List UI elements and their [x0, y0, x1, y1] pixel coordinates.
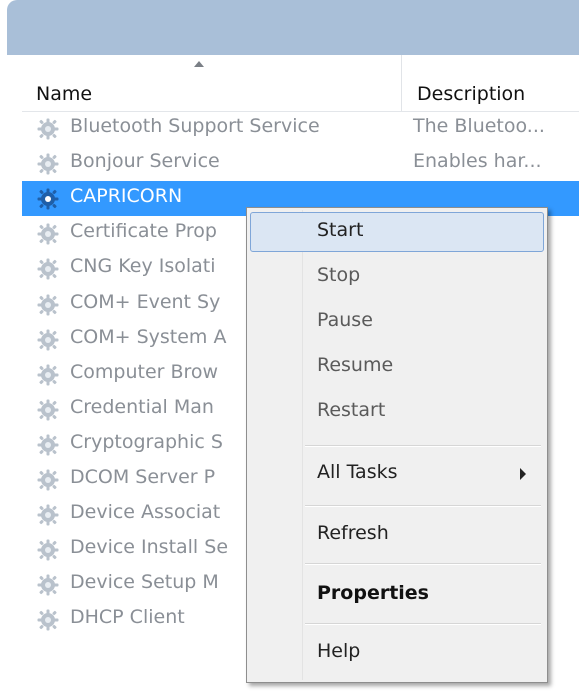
menu-item-all-tasks[interactable]: All Tasks [250, 454, 544, 494]
column-header-description-label: Description [417, 83, 526, 105]
service-description: Enables har... [413, 150, 542, 173]
menu-item-properties[interactable]: Properties [250, 575, 544, 615]
gear-icon [36, 222, 60, 246]
menu-item-pause-label: Pause [317, 309, 373, 331]
gear-icon [36, 117, 60, 141]
column-header-description[interactable]: Description [409, 55, 579, 111]
service-name: Cryptographic S [70, 430, 223, 453]
menu-item-start-label: Start [317, 219, 364, 241]
gear-icon [36, 503, 60, 527]
service-name: COM+ System A [70, 325, 227, 348]
menu-separator-highlight [305, 446, 541, 447]
menu-item-stop-label: Stop [317, 264, 361, 286]
service-name: COM+ Event Sy [70, 290, 221, 313]
menu-separator-highlight [305, 564, 541, 565]
menu-item-pause[interactable]: Pause [250, 302, 544, 342]
sort-ascending-icon [194, 61, 204, 67]
window-top-area [0, 0, 579, 55]
gear-icon [36, 608, 60, 632]
service-name: DCOM Server P [70, 466, 216, 488]
gear-icon [36, 293, 60, 317]
context-menu: Start Stop Pause Resume Restart All Task… [246, 207, 548, 683]
service-name: CNG Key Isolati [70, 255, 216, 278]
gear-icon [36, 328, 60, 352]
gear-icon [36, 468, 60, 492]
menu-item-restart-label: Restart [317, 399, 386, 421]
menu-separator-highlight [305, 506, 541, 507]
service-name: Device Setup M [70, 571, 219, 594]
service-name: DHCP Client [70, 606, 185, 629]
menu-item-help-label: Help [317, 640, 361, 662]
gear-icon [36, 433, 60, 457]
service-name: Bluetooth Support Service [70, 115, 320, 137]
menu-item-all-tasks-label: All Tasks [317, 461, 398, 483]
gear-icon [36, 363, 60, 387]
service-name: Bonjour Service [70, 150, 220, 173]
gear-icon [36, 257, 60, 281]
service-name: Credential Man [70, 395, 214, 418]
menu-item-properties-label: Properties [317, 582, 429, 604]
list-header: Name Description [22, 55, 579, 112]
service-name: Computer Brow [70, 360, 219, 383]
column-header-name-label: Name [36, 83, 93, 105]
gear-icon [36, 573, 60, 597]
gear-icon [36, 398, 60, 422]
menu-item-restart[interactable]: Restart [250, 392, 544, 432]
column-header-name[interactable]: Name [36, 55, 400, 111]
gear-icon [36, 538, 60, 562]
menu-item-refresh-label: Refresh [317, 522, 389, 544]
gear-icon [36, 187, 60, 211]
service-name: Device Install Se [70, 536, 229, 559]
service-name: Certificate Prop [70, 220, 217, 243]
table-row[interactable]: Bluetooth Support Service The Bluetoo... [22, 111, 579, 146]
menu-item-start[interactable]: Start [250, 212, 544, 252]
menu-item-help[interactable]: Help [250, 633, 544, 673]
menu-item-refresh[interactable]: Refresh [250, 515, 544, 555]
table-row[interactable]: Bonjour Service Enables har... [22, 146, 579, 181]
column-divider[interactable] [401, 55, 402, 111]
service-description: The Bluetoo... [413, 115, 545, 137]
menu-separator-highlight [305, 624, 541, 625]
gear-icon [36, 152, 60, 176]
menu-item-resume-label: Resume [317, 354, 394, 376]
menu-item-stop[interactable]: Stop [250, 257, 544, 297]
title-strip [7, 0, 579, 55]
service-name: CAPRICORN [70, 185, 183, 208]
chevron-right-icon [520, 468, 526, 480]
menu-item-resume[interactable]: Resume [250, 347, 544, 387]
service-name: Device Associat [70, 501, 221, 524]
